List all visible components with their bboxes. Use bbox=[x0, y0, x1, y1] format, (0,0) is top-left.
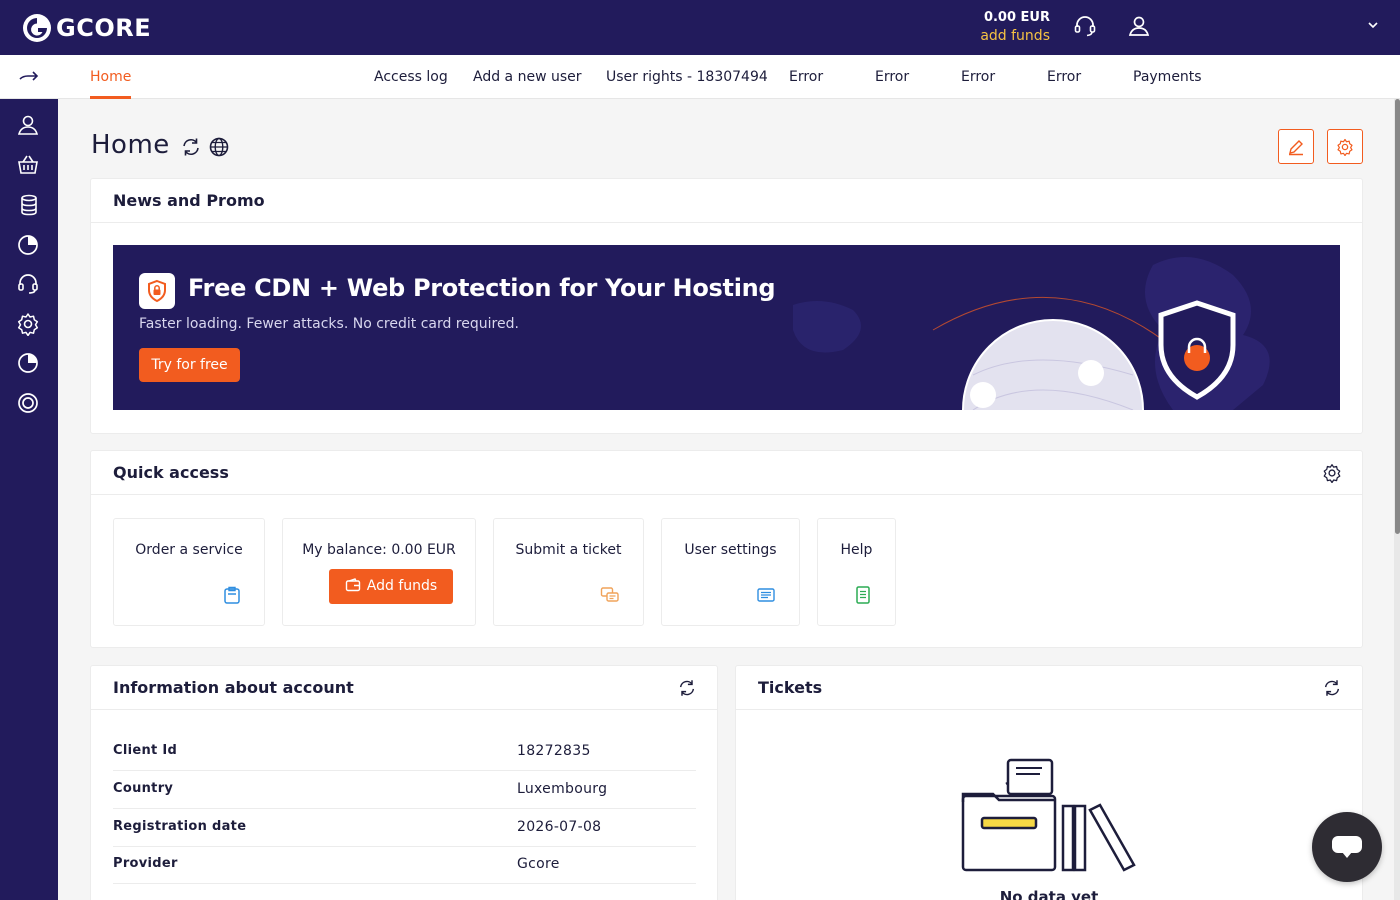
tab-error-4[interactable]: Error bbox=[1047, 55, 1081, 99]
info-value: Luxembourg bbox=[517, 781, 608, 797]
order-service-tile[interactable]: Order a service bbox=[113, 518, 265, 626]
top-bar: GCORE 0.00 EUR add funds bbox=[0, 0, 1400, 55]
gear-icon[interactable] bbox=[16, 312, 40, 336]
tickets-title: Tickets bbox=[736, 666, 1362, 710]
lifebuoy-icon[interactable] bbox=[16, 391, 40, 415]
refresh-icon[interactable] bbox=[1322, 678, 1342, 698]
edit-dashboard-button[interactable] bbox=[1278, 129, 1314, 164]
try-for-free-button[interactable]: Try for free bbox=[139, 348, 240, 382]
info-key: Client Id bbox=[113, 743, 178, 758]
info-value: Gcore bbox=[517, 856, 560, 872]
chat-widget-button[interactable] bbox=[1312, 812, 1382, 882]
database-icon[interactable] bbox=[16, 193, 40, 217]
refresh-icon[interactable] bbox=[180, 136, 202, 158]
tab-home[interactable]: Home bbox=[90, 55, 132, 99]
add-funds-link[interactable]: add funds bbox=[960, 27, 1050, 45]
tab-error-3[interactable]: Error bbox=[961, 55, 995, 99]
document-icon bbox=[856, 586, 870, 604]
left-sidebar bbox=[0, 55, 58, 900]
info-row-country: Country Luxembourg bbox=[113, 771, 696, 809]
support-headset-icon[interactable] bbox=[1072, 13, 1098, 39]
add-funds-button[interactable]: Add funds bbox=[329, 569, 453, 604]
submit-ticket-tile[interactable]: Submit a ticket bbox=[493, 518, 644, 626]
header-balance: 0.00 EUR add funds bbox=[960, 9, 1050, 45]
pie-chart-icon[interactable] bbox=[16, 351, 40, 375]
empty-folder-illustration bbox=[961, 758, 1136, 872]
info-row-registration-date: Registration date 2026-07-08 bbox=[113, 809, 696, 847]
sidebar-toggle-button[interactable] bbox=[0, 55, 58, 99]
user-profile-icon[interactable] bbox=[1126, 13, 1152, 39]
news-promo-title: News and Promo bbox=[91, 179, 1362, 223]
quick-access-card: Quick access Order a service My balance:… bbox=[90, 450, 1363, 648]
headset-icon[interactable] bbox=[16, 272, 40, 296]
logo-text: GCORE bbox=[56, 14, 152, 42]
tile-label: User settings bbox=[684, 542, 777, 558]
pie-chart-icon[interactable] bbox=[16, 233, 40, 257]
gcore-logo-icon bbox=[23, 14, 51, 42]
balance-tile: My balance: 0.00 EUR Add funds bbox=[282, 518, 476, 626]
info-row-client-id: Client Id 18272835 bbox=[113, 733, 696, 771]
add-funds-label: Add funds bbox=[366, 578, 438, 594]
chat-icon bbox=[600, 587, 619, 602]
gcore-logo[interactable]: GCORE bbox=[22, 11, 151, 45]
wallet-icon bbox=[345, 578, 360, 592]
quick-access-title: Quick access bbox=[91, 451, 1362, 495]
info-key: Provider bbox=[113, 856, 178, 871]
tab-access-log[interactable]: Access log bbox=[374, 55, 448, 99]
tile-label: My balance: 0.00 EUR bbox=[302, 542, 456, 558]
promo-banner[interactable]: Free CDN + Web Protection for Your Hosti… bbox=[113, 245, 1340, 410]
gear-icon bbox=[1337, 138, 1353, 156]
info-row-provider: Provider Gcore bbox=[113, 846, 696, 884]
scrollbar-thumb[interactable] bbox=[1395, 99, 1400, 534]
basket-icon[interactable] bbox=[16, 153, 40, 177]
globe-icon[interactable] bbox=[208, 136, 230, 158]
info-value: 2026-07-08 bbox=[517, 819, 602, 835]
banner-subtitle: Faster loading. Fewer attacks. No credit… bbox=[139, 316, 519, 332]
gear-icon[interactable] bbox=[1322, 463, 1342, 483]
refresh-icon[interactable] bbox=[677, 678, 697, 698]
tile-label: Submit a ticket bbox=[515, 542, 622, 558]
balance-amount: 0.00 EUR bbox=[983, 10, 1050, 25]
user-settings-tile[interactable]: User settings bbox=[661, 518, 800, 626]
news-promo-card: News and Promo Free CDN + Web Protection… bbox=[90, 178, 1363, 434]
info-key: Registration date bbox=[113, 819, 247, 834]
banner-title: Free CDN + Web Protection for Your Hosti… bbox=[188, 274, 776, 302]
settings-list-icon bbox=[757, 588, 775, 602]
account-info-title: Information about account bbox=[91, 666, 717, 710]
clipboard-icon bbox=[224, 586, 240, 604]
tab-bar: Home Access log Add a new user User righ… bbox=[58, 55, 1400, 99]
arrow-right-icon bbox=[19, 70, 39, 81]
shield-badge-icon bbox=[139, 273, 175, 309]
tab-add-new-user[interactable]: Add a new user bbox=[473, 55, 582, 99]
tickets-empty-text: No data yet bbox=[999, 888, 1099, 900]
page-title: Home bbox=[91, 130, 170, 160]
chevron-down-icon[interactable] bbox=[1366, 18, 1380, 32]
help-tile[interactable]: Help bbox=[817, 518, 896, 626]
tab-error-1[interactable]: Error bbox=[789, 55, 823, 99]
tab-payments[interactable]: Payments bbox=[1133, 55, 1202, 99]
info-value: 18272835 bbox=[517, 743, 591, 759]
tile-label: Order a service bbox=[135, 542, 243, 558]
chat-bubble-icon bbox=[1332, 836, 1362, 858]
globe-shield-illustration bbox=[793, 257, 1270, 410]
tab-user-rights[interactable]: User rights - 18307494 bbox=[606, 55, 768, 99]
tickets-card: Tickets No data yet bbox=[735, 665, 1363, 900]
tab-error-2[interactable]: Error bbox=[875, 55, 909, 99]
info-key: Country bbox=[113, 781, 174, 796]
tile-label: Help bbox=[840, 542, 873, 558]
account-info-card: Information about account Client Id 1827… bbox=[90, 665, 718, 900]
user-icon[interactable] bbox=[16, 113, 40, 137]
dashboard-settings-button[interactable] bbox=[1327, 129, 1363, 164]
pencil-icon bbox=[1289, 139, 1303, 155]
